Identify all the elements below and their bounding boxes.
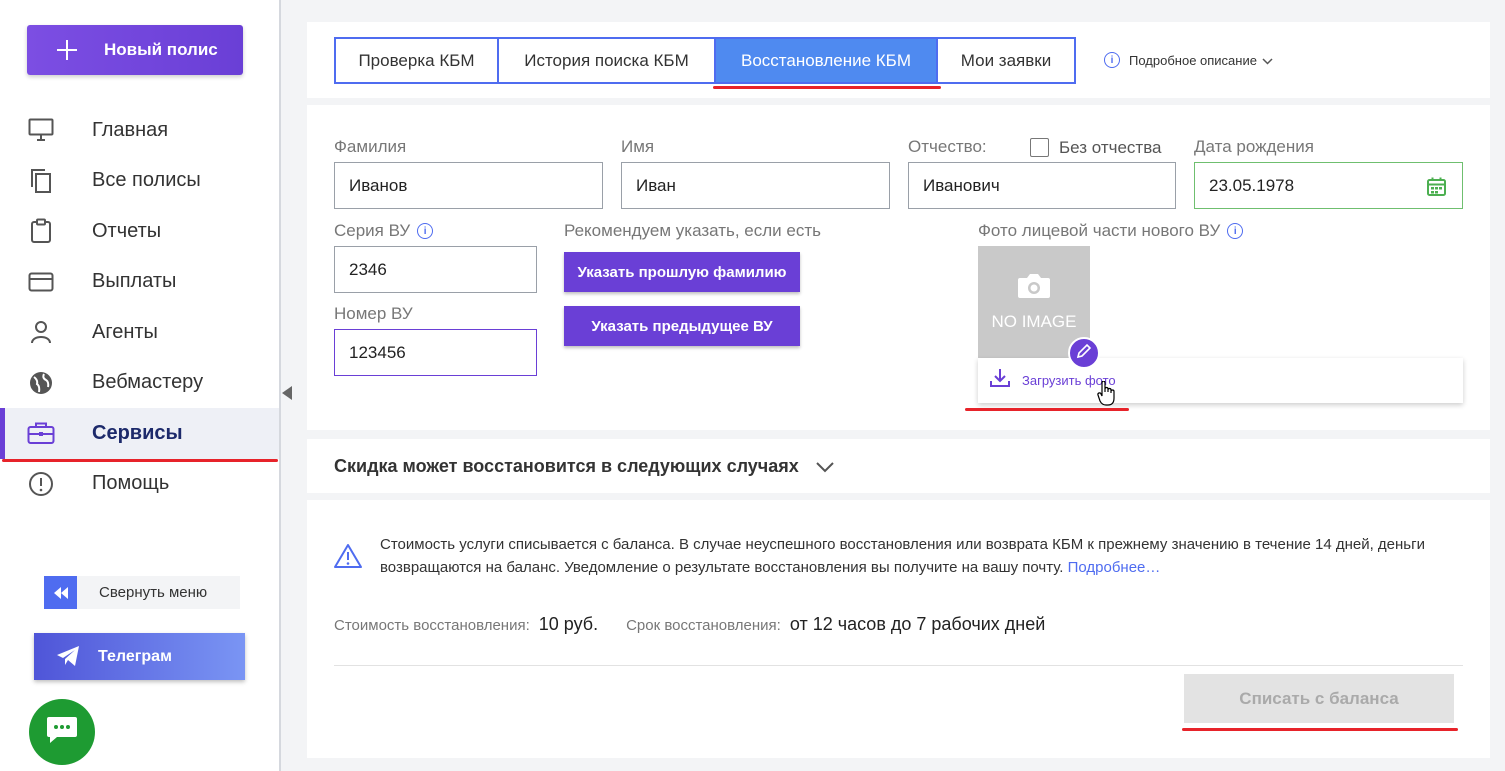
tab-kbm-history[interactable]: История поиска КБМ <box>499 39 716 82</box>
discount-title-text: Скидка может восстановится в следующих с… <box>334 456 799 476</box>
sidebar-item-label: Вебмастеру <box>92 371 204 394</box>
double-chevron-left-icon <box>44 576 77 609</box>
alert-circle-icon <box>27 470 55 498</box>
cost-row: Стоимость восстановления: 10 руб. Срок в… <box>334 614 1045 635</box>
sidebar-item-label: Главная <box>92 118 169 141</box>
photo-label: Фото лицевой части нового ВУ <box>978 221 1221 240</box>
credit-card-icon <box>27 268 55 296</box>
highlight-underline <box>713 86 941 89</box>
discount-info-panel[interactable]: Скидка может восстановится в следующих с… <box>307 439 1490 493</box>
restore-form-panel: Фамилия Иванов Имя Иван Отчество: Без от… <box>307 105 1490 430</box>
no-patronymic-checkbox[interactable] <box>1030 138 1049 157</box>
series-label-row: Серия ВУ i <box>334 221 434 241</box>
term-label: Срок восстановления: <box>626 617 781 634</box>
detail-description-link[interactable]: i Подробное описание <box>1104 52 1273 68</box>
birthdate-label: Дата рождения <box>1194 137 1314 156</box>
surname-label: Фамилия <box>334 137 407 156</box>
sidebar-item-label: Все полисы <box>92 169 201 192</box>
sidebar-item-services[interactable]: Сервисы <box>0 408 279 459</box>
chevron-down-icon <box>1262 53 1273 68</box>
sidebar-collapse-arrow-icon[interactable] <box>282 386 292 400</box>
sidebar-item-agents[interactable]: Агенты <box>0 307 279 358</box>
collapse-menu-label: Свернуть меню <box>99 584 208 601</box>
birthdate-value: 23.05.1978 <box>1209 175 1295 195</box>
sidebar-nav: Главная Все полисы Отчеты Выплаты Агенты <box>0 105 279 509</box>
sidebar-item-webmaster[interactable]: Вебмастеру <box>0 358 279 409</box>
sidebar-item-label: Выплаты <box>92 270 177 293</box>
license-series-field[interactable]: 2346 <box>334 246 537 293</box>
warning-icon <box>333 543 363 574</box>
sidebar: Новый полис Главная Все полисы Отчеты Вы… <box>0 0 281 771</box>
sidebar-item-all-policies[interactable]: Все полисы <box>0 156 279 207</box>
plus-icon <box>54 37 80 63</box>
sidebar-item-payouts[interactable]: Выплаты <box>0 257 279 308</box>
highlight-underline <box>965 408 1129 411</box>
telegram-label: Телеграм <box>98 647 172 665</box>
telegram-icon <box>56 645 80 669</box>
number-label: Номер ВУ <box>334 304 413 323</box>
sidebar-item-label: Агенты <box>92 320 158 343</box>
globe-icon <box>27 369 55 397</box>
more-link[interactable]: Подробнее… <box>1068 559 1161 576</box>
tab-my-requests[interactable]: Мои заявки <box>938 39 1074 82</box>
patronymic-field[interactable]: Иванович <box>908 162 1176 209</box>
tab-kbm-check[interactable]: Проверка КБМ <box>336 39 499 82</box>
copy-icon <box>27 167 55 195</box>
cost-label: Стоимость восстановления: <box>334 617 530 634</box>
kbm-tabs: Проверка КБМ История поиска КБМ Восстано… <box>334 37 1076 84</box>
sidebar-item-label: Сервисы <box>92 421 183 444</box>
payment-warning-body: Стоимость услуги списывается с баланса. … <box>380 536 1425 576</box>
divider <box>334 665 1463 666</box>
license-number-field[interactable]: 123456 <box>334 329 537 376</box>
cost-value: 10 руб. <box>538 614 599 634</box>
highlight-underline <box>1182 728 1458 731</box>
clipboard-icon <box>27 217 55 245</box>
chevron-down-icon <box>816 457 834 478</box>
name-field[interactable]: Иван <box>621 162 890 209</box>
surname-field[interactable]: Иванов <box>334 162 603 209</box>
sidebar-item-home[interactable]: Главная <box>0 105 279 156</box>
tab-kbm-restore[interactable]: Восстановление КБМ <box>716 39 938 82</box>
pay-from-balance-button[interactable]: Списать с баланса <box>1184 674 1454 723</box>
no-patronymic-label: Без отчества <box>1059 138 1162 157</box>
series-label: Серия ВУ <box>334 221 411 240</box>
name-label: Имя <box>621 137 655 156</box>
highlight-underline <box>2 459 278 462</box>
telegram-button[interactable]: Телеграм <box>34 633 245 680</box>
download-icon <box>990 368 1010 393</box>
payment-warning-text: Стоимость услуги списывается с баланса. … <box>380 533 1450 579</box>
calendar-icon[interactable] <box>1427 177 1446 201</box>
monitor-icon <box>27 116 55 144</box>
camera-icon <box>1017 273 1051 304</box>
info-icon[interactable]: i <box>1227 223 1244 239</box>
briefcase-icon <box>27 419 55 447</box>
sidebar-item-label: Отчеты <box>92 219 162 242</box>
patronymic-label: Отчество: <box>908 137 987 156</box>
edit-photo-button[interactable] <box>1068 337 1100 369</box>
sidebar-item-label: Помощь <box>92 472 170 495</box>
discount-title: Скидка может восстановится в следующих с… <box>334 456 834 478</box>
birthdate-field[interactable]: 23.05.1978 <box>1194 162 1463 209</box>
detail-description-label: Подробное описание <box>1129 52 1257 68</box>
prev-surname-button[interactable]: Указать прошлую фамилию <box>564 252 800 292</box>
info-icon[interactable]: i <box>417 223 434 239</box>
collapse-menu-button[interactable]: Свернуть меню <box>44 576 240 609</box>
term-value: от 12 часов до 7 рабочих дней <box>789 614 1046 634</box>
upload-photo-menu-item[interactable]: Загрузить фото <box>978 358 1463 403</box>
no-image-text: NO IMAGE <box>991 311 1077 331</box>
sidebar-item-help[interactable]: Помощь <box>0 459 279 510</box>
photo-label-row: Фото лицевой части нового ВУ i <box>978 221 1244 241</box>
recommend-label: Рекомендуем указать, если есть <box>564 221 821 240</box>
tabs-panel: Проверка КБМ История поиска КБМ Восстано… <box>307 22 1490 98</box>
info-icon: i <box>1104 52 1120 68</box>
user-icon <box>27 318 55 346</box>
sidebar-item-reports[interactable]: Отчеты <box>0 206 279 257</box>
chat-icon <box>45 715 79 750</box>
chat-widget-button[interactable] <box>29 699 95 765</box>
prev-license-button[interactable]: Указать предыдущее ВУ <box>564 306 800 346</box>
new-policy-label: Новый полис <box>104 40 218 59</box>
new-policy-button[interactable]: Новый полис <box>27 25 243 75</box>
pencil-icon <box>1076 343 1092 364</box>
payment-panel: Стоимость услуги списывается с баланса. … <box>307 500 1490 758</box>
